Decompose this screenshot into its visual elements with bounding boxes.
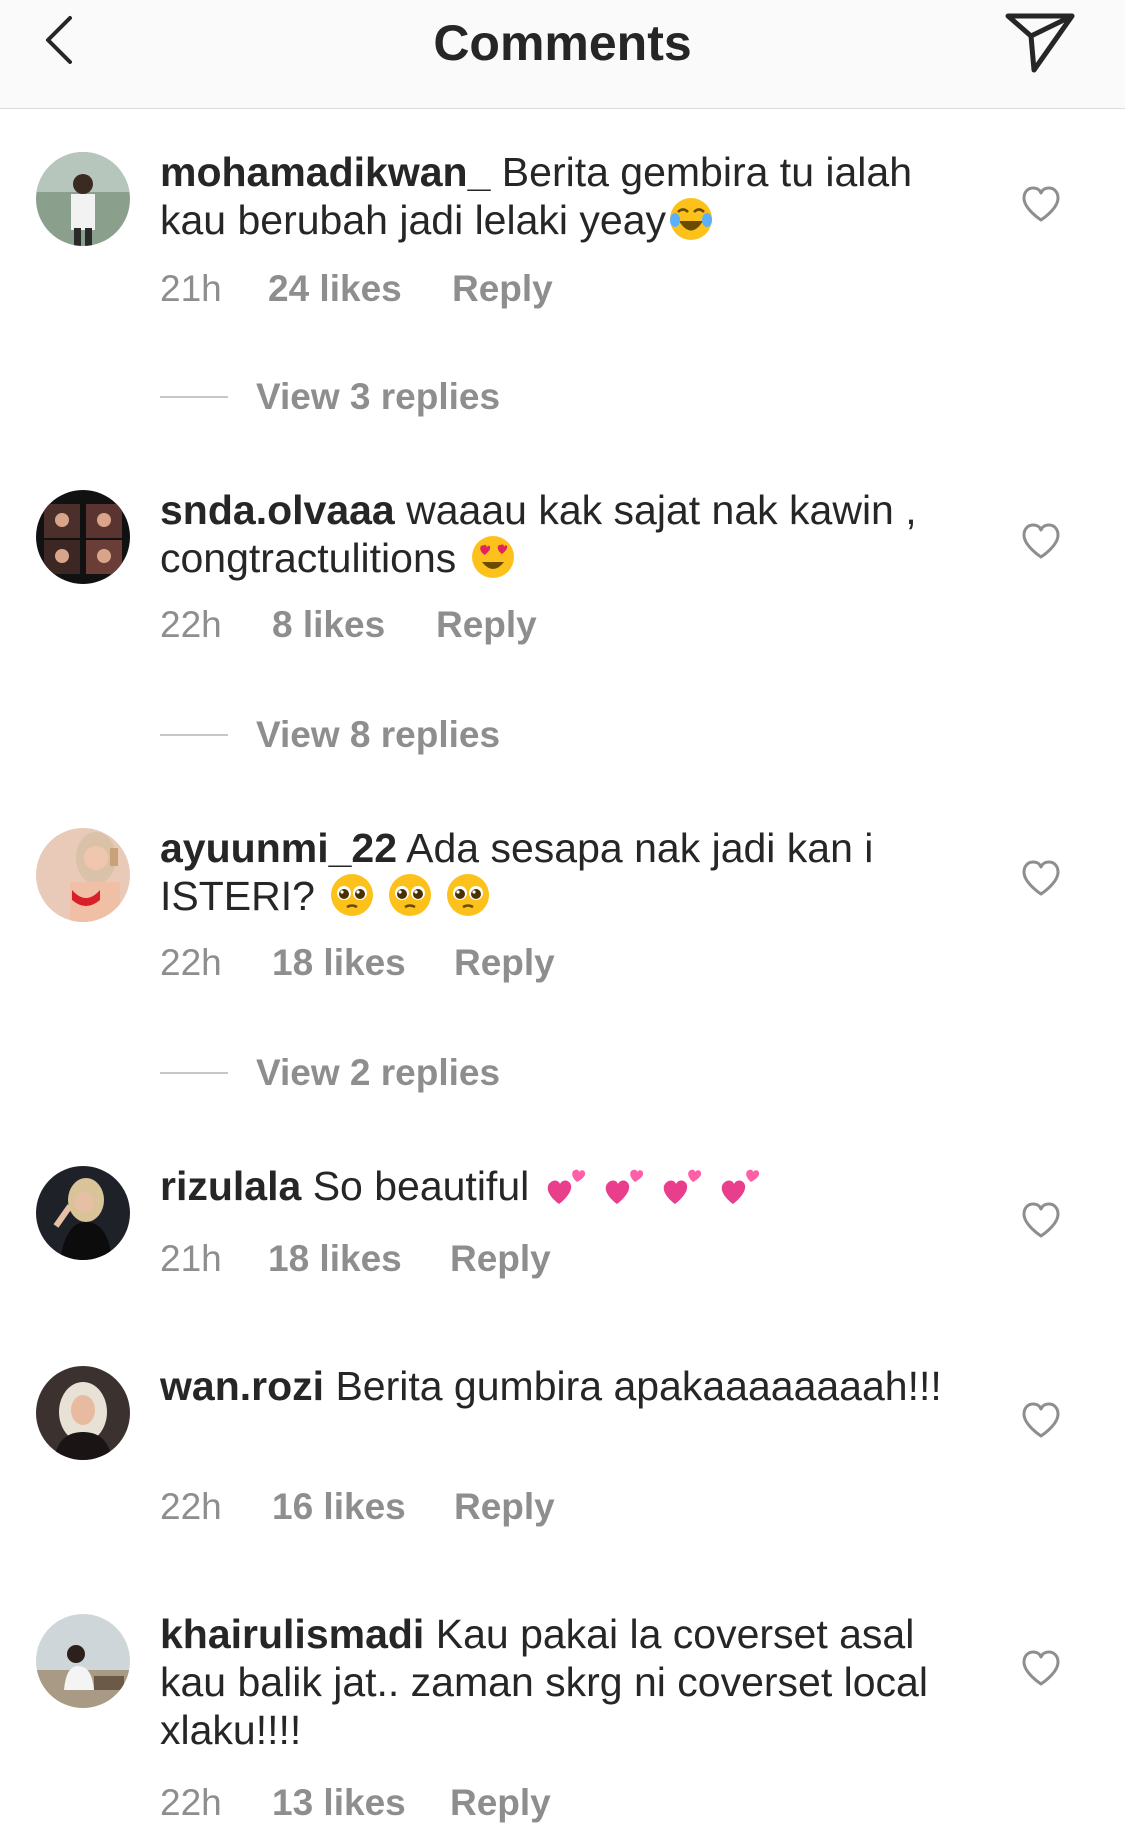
paper-plane-icon[interactable]	[1004, 10, 1076, 74]
two-hearts-emoji	[717, 1162, 763, 1208]
top-bar: Comments	[0, 0, 1125, 109]
heart-icon[interactable]	[1020, 1648, 1062, 1688]
two-hearts-emoji	[543, 1162, 589, 1208]
likes-count[interactable]: 24 likes	[268, 268, 402, 310]
comment-body: Berita gumbira apakaaaaaaaah!!!	[335, 1363, 942, 1409]
comment-username[interactable]: wan.rozi	[160, 1363, 324, 1409]
comment-text: khairulismadi Kau pakai la coverset asal…	[160, 1610, 960, 1754]
likes-count[interactable]: 13 likes	[272, 1782, 406, 1824]
comment-username[interactable]: ayuunmi_22	[160, 825, 397, 871]
view-replies-label: View 3 replies	[256, 376, 501, 417]
heart-icon[interactable]	[1020, 858, 1062, 898]
reply-button[interactable]: Reply	[454, 1486, 555, 1528]
avatar[interactable]	[36, 1614, 130, 1708]
heart-eyes-emoji	[470, 534, 516, 580]
avatar[interactable]	[36, 828, 130, 922]
comment-text: rizulala So beautiful	[160, 1162, 960, 1210]
comment-body: So beautiful	[312, 1163, 530, 1209]
heart-icon[interactable]	[1020, 1400, 1062, 1440]
likes-count[interactable]: 18 likes	[268, 1238, 402, 1280]
likes-count[interactable]: 18 likes	[272, 942, 406, 984]
avatar[interactable]	[36, 1166, 130, 1260]
divider	[160, 1072, 228, 1074]
likes-count[interactable]: 16 likes	[272, 1486, 406, 1528]
comment-time: 22h	[160, 604, 222, 645]
comment-text: wan.rozi Berita gumbira apakaaaaaaaah!!!	[160, 1362, 960, 1410]
reply-button[interactable]: Reply	[450, 1238, 551, 1280]
comment-time: 21h	[160, 268, 222, 309]
heart-icon[interactable]	[1020, 1200, 1062, 1240]
avatar[interactable]	[36, 490, 130, 584]
comment-username[interactable]: snda.olvaaa	[160, 487, 395, 533]
reply-button[interactable]: Reply	[450, 1782, 551, 1824]
avatar[interactable]	[36, 1366, 130, 1460]
view-replies-label: View 8 replies	[256, 714, 501, 755]
divider	[160, 734, 228, 736]
comment-time: 22h	[160, 1486, 222, 1527]
pleading-face-emoji	[329, 872, 375, 918]
comment-text: snda.olvaaa waaau kak sajat nak kawin , …	[160, 486, 960, 582]
reply-button[interactable]: Reply	[452, 268, 553, 310]
comment-username[interactable]: mohamadikwan_	[160, 149, 490, 195]
comment-text: mohamadikwan_ Berita gembira tu ialah ka…	[160, 148, 960, 244]
comment-text: ayuunmi_22 Ada sesapa nak jadi kan i IST…	[160, 824, 960, 920]
view-replies-label: View 2 replies	[256, 1052, 501, 1093]
pleading-face-emoji	[445, 872, 491, 918]
page-title: Comments	[433, 15, 692, 71]
comment-time: 22h	[160, 942, 222, 983]
likes-count[interactable]: 8 likes	[272, 604, 385, 646]
comment-time: 22h	[160, 1782, 222, 1823]
reply-button[interactable]: Reply	[454, 942, 555, 984]
comment-username[interactable]: rizulala	[160, 1163, 301, 1209]
comment-time: 21h	[160, 1238, 222, 1279]
heart-icon[interactable]	[1020, 521, 1062, 561]
comment-username[interactable]: khairulismadi	[160, 1611, 424, 1657]
reply-button[interactable]: Reply	[436, 604, 537, 646]
heart-icon[interactable]	[1020, 184, 1062, 224]
face-with-tears-of-joy-emoji	[668, 196, 714, 242]
two-hearts-emoji	[659, 1162, 705, 1208]
divider	[160, 396, 228, 398]
pleading-face-emoji	[387, 872, 433, 918]
two-hearts-emoji	[601, 1162, 647, 1208]
avatar[interactable]	[36, 152, 130, 246]
